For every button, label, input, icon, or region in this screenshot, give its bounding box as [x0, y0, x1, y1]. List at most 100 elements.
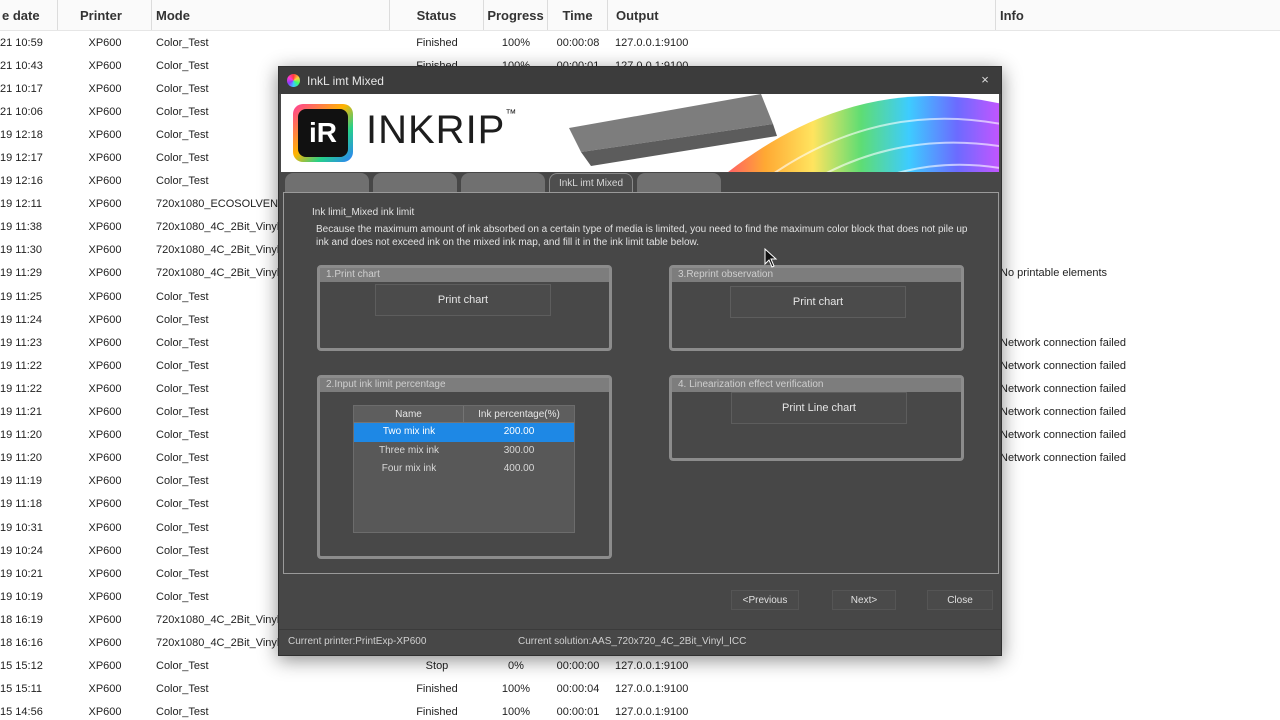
tab-3[interactable] — [461, 173, 545, 193]
group-reprint-observation: 3.Reprint observation Print chart — [669, 265, 964, 351]
current-solution-status: Current solution:AAS_720x720_4C_2Bit_Vin… — [518, 636, 747, 647]
ink-row-value[interactable]: 300.00 — [464, 442, 574, 461]
job-cell-date: 19 11:25 — [0, 290, 43, 303]
job-cell-status: Finished — [416, 36, 458, 49]
column-header-status[interactable]: Status — [390, 0, 484, 30]
previous-button[interactable]: <Previous — [731, 590, 799, 610]
job-cell-info: Network connection failed — [1000, 336, 1126, 349]
ink-row-two-mix[interactable]: Two mix ink 200.00 — [354, 423, 574, 442]
ink-row-value[interactable]: 200.00 — [464, 423, 574, 442]
job-cell-date: 19 11:20 — [0, 452, 43, 465]
job-cell-printer: XP600 — [88, 382, 122, 395]
column-header-date[interactable]: e date — [0, 0, 58, 30]
close-icon[interactable]: × — [977, 72, 993, 87]
ink-row-name: Two mix ink — [382, 426, 436, 437]
job-cell-date: 21 10:06 — [0, 105, 43, 118]
logo-wordmark: INKRIP™ — [366, 108, 517, 153]
tab-2[interactable] — [373, 173, 457, 193]
job-cell-mode: Color_Test — [156, 36, 209, 49]
job-cell-time: 00:00:04 — [556, 683, 600, 696]
job-cell-date: 19 11:22 — [0, 359, 43, 372]
job-cell-printer: XP600 — [88, 590, 122, 603]
job-cell-date: 19 11:30 — [0, 244, 43, 257]
next-button[interactable]: Next> — [832, 590, 896, 610]
color-fan-image — [569, 94, 999, 172]
ink-row-value[interactable]: 400.00 — [464, 460, 574, 479]
job-cell-date: 18 16:16 — [0, 636, 43, 649]
logo-mark-text: iR — [298, 109, 348, 157]
job-cell-progress: 100% — [501, 683, 531, 696]
column-header-output[interactable]: Output — [608, 0, 996, 30]
dialog-titlebar[interactable]: InkL imt Mixed — [279, 67, 1001, 94]
job-cell-printer: XP600 — [88, 544, 122, 557]
app-icon — [287, 74, 300, 87]
job-cell-printer: XP600 — [88, 613, 122, 626]
job-cell-printer: XP600 — [88, 498, 122, 511]
job-cell-printer: XP600 — [88, 175, 122, 188]
job-row[interactable]: 15 15:11 XP600 Color_Test Finished 100% 00:00… — [0, 678, 1280, 701]
tab-1[interactable] — [285, 173, 369, 193]
job-cell-date: 15 14:56 — [0, 706, 43, 719]
job-cell-info: Network connection failed — [1000, 452, 1126, 465]
column-header-time[interactable]: Time — [548, 0, 608, 30]
current-printer-status: Current printer:PrintExp-XP600 — [288, 636, 427, 647]
job-cell-printer: XP600 — [88, 290, 122, 303]
group-print-chart: 1.Print chart Print chart — [317, 265, 612, 351]
column-header-mode[interactable]: Mode — [152, 0, 390, 30]
job-cell-date: 19 12:18 — [0, 128, 43, 141]
job-cell-printer: XP600 — [88, 452, 122, 465]
job-row[interactable]: 15 15:12 XP600 Color_Test Stop 0% 00:00:00 127… — [0, 655, 1280, 678]
job-cell-printer: XP600 — [88, 521, 122, 534]
reprint-chart-button[interactable]: Print chart — [730, 286, 906, 318]
job-cell-mode: Color_Test — [156, 706, 209, 719]
mouse-cursor-icon — [764, 248, 778, 268]
job-cell-printer: XP600 — [88, 313, 122, 326]
job-cell-date: 19 10:19 — [0, 590, 43, 603]
column-header-printer[interactable]: Printer — [58, 0, 152, 30]
close-button[interactable]: Close — [927, 590, 993, 610]
screen: e date Printer Mode Status Progress Time… — [0, 0, 1280, 720]
job-cell-printer: XP600 — [88, 36, 122, 49]
group-print-chart-title: 1.Print chart — [320, 268, 609, 282]
job-cell-printer: XP600 — [88, 198, 122, 211]
job-cell-printer: XP600 — [88, 82, 122, 95]
tab-ink-limit-mixed[interactable]: InkL imt Mixed — [549, 173, 633, 193]
job-cell-printer: XP600 — [88, 406, 122, 419]
job-cell-date: 19 11:19 — [0, 475, 43, 488]
ink-row-four-mix[interactable]: Four mix ink 400.00 — [354, 460, 574, 479]
job-cell-printer: XP600 — [88, 429, 122, 442]
job-cell-status: Finished — [416, 706, 458, 719]
job-cell-printer: XP600 — [88, 152, 122, 165]
job-cell-date: 15 15:11 — [0, 683, 43, 696]
job-row[interactable]: 15 14:56 XP600 Color_Test Finished 100% 00:00… — [0, 701, 1280, 720]
group-reprint-observation-title: 3.Reprint observation — [672, 268, 961, 282]
group-linearization-title: 4. Linearization effect verification — [672, 378, 961, 392]
job-cell-date: 21 10:17 — [0, 82, 43, 95]
job-cell-printer: XP600 — [88, 336, 122, 349]
ink-limit-table: Name Ink percentage(%) Two mix ink 200.0… — [353, 405, 575, 533]
job-cell-progress: 100% — [501, 36, 531, 49]
section-heading: Ink limit_Mixed ink limit — [312, 207, 415, 218]
job-cell-printer: XP600 — [88, 475, 122, 488]
job-cell-date: 19 11:29 — [0, 267, 43, 280]
job-cell-date: 15 15:12 — [0, 660, 43, 673]
ink-col-name: Name — [354, 406, 464, 422]
inkrip-banner: iR INKRIP™ — [281, 94, 999, 172]
job-list-header: e date Printer Mode Status Progress Time… — [0, 0, 1280, 31]
job-cell-printer: XP600 — [88, 244, 122, 257]
job-row[interactable]: 21 10:59 XP600 Color_Test Finished 100% 00:00… — [0, 31, 1280, 54]
job-cell-date: 19 10:31 — [0, 521, 43, 534]
job-cell-date: 19 11:38 — [0, 221, 43, 234]
tab-5[interactable] — [637, 173, 721, 193]
column-header-progress[interactable]: Progress — [484, 0, 548, 30]
column-header-info[interactable]: Info — [996, 0, 1280, 30]
ink-row-three-mix[interactable]: Three mix ink 300.00 — [354, 442, 574, 461]
job-cell-printer: XP600 — [88, 567, 122, 580]
print-line-chart-button[interactable]: Print Line chart — [731, 392, 907, 424]
job-cell-info: Network connection failed — [1000, 359, 1126, 372]
job-cell-date: 19 10:24 — [0, 544, 43, 557]
print-chart-button[interactable]: Print chart — [375, 284, 551, 316]
group-linearization-verification: 4. Linearization effect verification Pri… — [669, 375, 964, 461]
job-cell-time: 00:00:00 — [556, 660, 600, 673]
job-cell-output: 127.0.0.1:9100 — [615, 36, 689, 49]
